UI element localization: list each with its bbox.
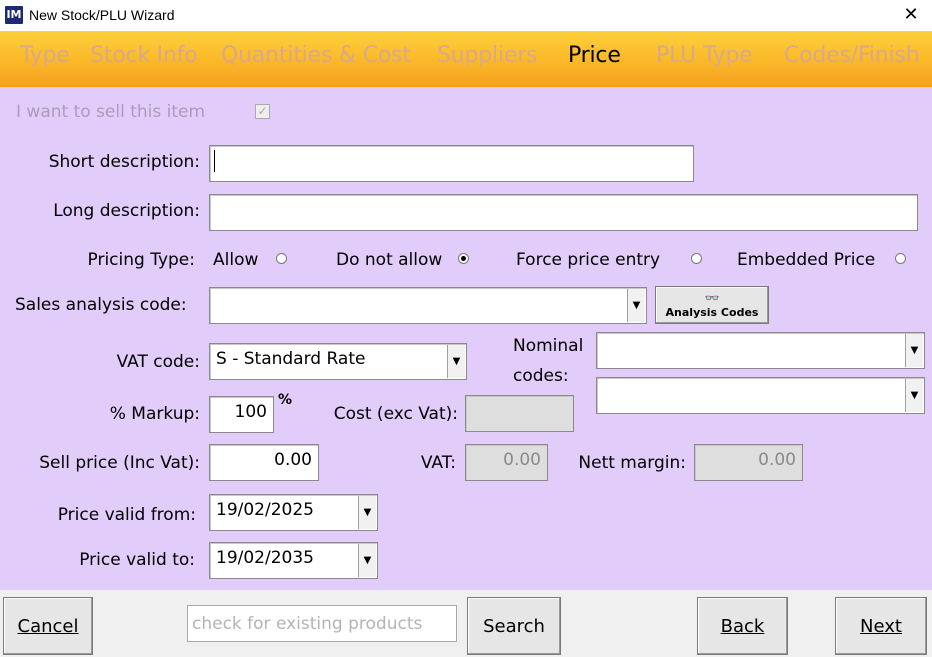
long-description-input[interactable] <box>209 194 918 231</box>
chevron-down-icon[interactable]: ▼ <box>905 379 923 412</box>
close-icon[interactable]: ✕ <box>898 3 924 27</box>
long-description-label: Long description: <box>53 201 200 221</box>
markup-input[interactable]: 100 <box>209 396 274 433</box>
tab-price[interactable]: Price <box>568 43 621 68</box>
radio-selected-dot <box>461 256 466 261</box>
vat-code-select[interactable]: S - Standard Rate ▼ <box>209 343 467 380</box>
valid-to-label: Price valid to: <box>79 550 195 570</box>
sell-price-label: Sell price (Inc Vat): <box>39 453 200 473</box>
pricing-type-label: Pricing Type: <box>87 250 195 270</box>
pricing-allow-radio[interactable] <box>276 253 287 264</box>
short-description-input[interactable] <box>209 145 694 182</box>
valid-from-label: Price valid from: <box>57 505 196 525</box>
bottom-bar <box>0 590 932 657</box>
tab-quantities-cost[interactable]: Quantities & Cost <box>221 43 411 68</box>
chevron-down-icon[interactable]: ▼ <box>358 496 376 529</box>
nominal-code-select-1[interactable]: ▼ <box>596 332 925 369</box>
markup-label: % Markup: <box>109 404 200 424</box>
nominal-codes-label: Nominal <box>513 336 584 356</box>
pricing-embedded-radio[interactable] <box>895 253 906 264</box>
chevron-down-icon[interactable]: ▼ <box>627 289 645 322</box>
pricing-force-entry-label: Force price entry <box>516 250 661 270</box>
next-button[interactable]: Next <box>835 597 927 655</box>
back-button[interactable]: Back <box>697 597 788 655</box>
search-button[interactable]: Search <box>467 597 561 655</box>
pricing-embedded-label: Embedded Price <box>737 250 876 270</box>
cancel-button[interactable]: Cancel <box>3 597 93 655</box>
pricing-allow-label: Allow <box>213 250 259 270</box>
cost-label: Cost (exc Vat): <box>333 404 458 424</box>
cost-input <box>465 395 574 432</box>
tab-suppliers[interactable]: Suppliers <box>437 43 538 68</box>
analysis-codes-button[interactable]: 👓 Analysis Codes <box>655 286 769 324</box>
sales-analysis-label: Sales analysis code: <box>15 295 187 315</box>
chevron-down-icon[interactable]: ▼ <box>358 544 376 577</box>
percent-unit: % <box>278 392 293 408</box>
short-description-label: Short description: <box>48 152 200 172</box>
pricing-force-entry-radio[interactable] <box>691 253 702 264</box>
sell-item-label: I want to sell this item <box>16 102 206 122</box>
window-title: New Stock/PLU Wizard <box>29 7 175 23</box>
tab-codes-finish[interactable]: Codes/Finish <box>784 43 920 68</box>
app-logo-icon: IM <box>5 6 23 24</box>
nett-margin-label: Nett margin: <box>578 453 686 473</box>
tab-type[interactable]: Type <box>20 43 70 68</box>
vat-label: VAT: <box>420 453 456 473</box>
sell-item-checkbox[interactable]: ✓ <box>255 104 270 119</box>
valid-to-date-picker[interactable]: 19/02/2035 ▼ <box>209 542 378 579</box>
sales-analysis-select[interactable]: ▼ <box>209 287 647 324</box>
nett-margin-input: 0.00 <box>694 444 803 481</box>
vat-code-label: VAT code: <box>116 352 200 372</box>
glasses-icon: 👓 <box>704 290 720 305</box>
tab-plu-type[interactable]: PLU Type <box>656 43 753 68</box>
vat-amount-input: 0.00 <box>465 444 548 481</box>
pricing-do-not-allow-radio[interactable] <box>458 253 469 264</box>
existing-products-search-input[interactable] <box>187 605 457 642</box>
pricing-do-not-allow-label: Do not allow <box>336 250 443 270</box>
valid-from-date-picker[interactable]: 19/02/2025 ▼ <box>209 494 378 531</box>
chevron-down-icon[interactable]: ▼ <box>447 345 465 378</box>
nominal-codes-label-2: codes: <box>513 366 569 386</box>
text-caret <box>214 150 215 172</box>
nominal-code-select-2[interactable]: ▼ <box>596 377 925 414</box>
chevron-down-icon[interactable]: ▼ <box>905 334 923 367</box>
sell-price-input[interactable]: 0.00 <box>209 444 319 481</box>
tab-stock-info[interactable]: Stock Info <box>90 43 198 68</box>
